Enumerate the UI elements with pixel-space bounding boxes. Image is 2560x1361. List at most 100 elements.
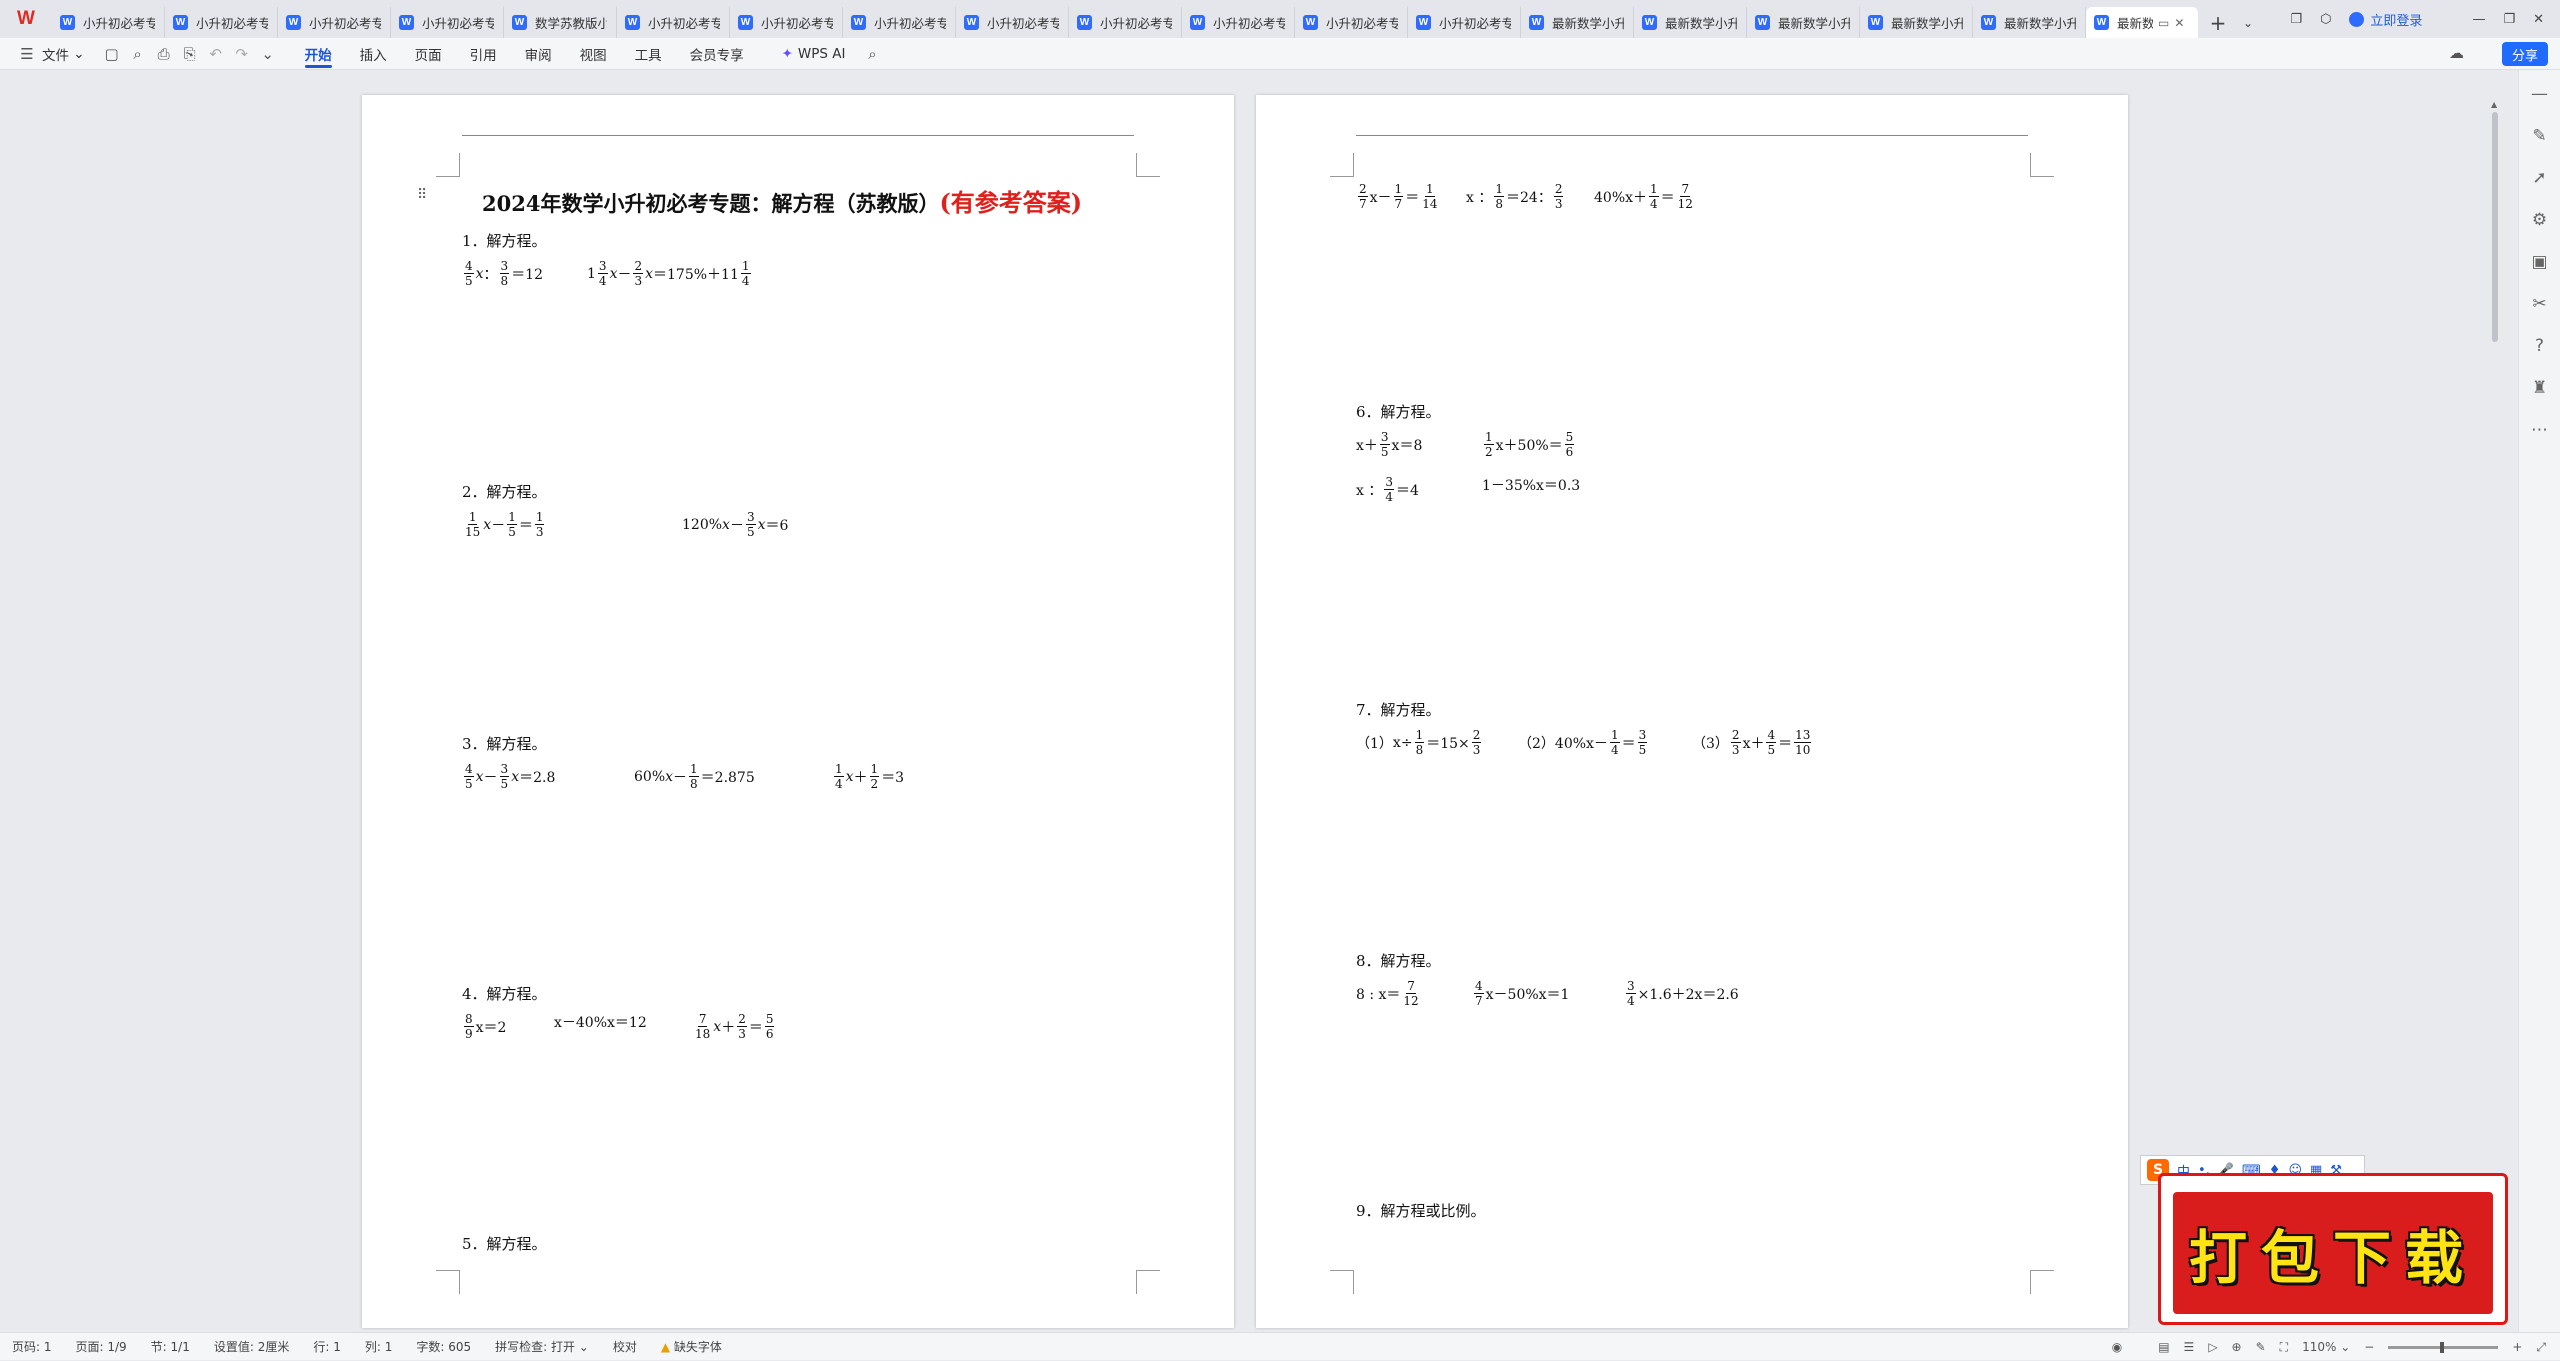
active-document-tab[interactable]: W 最新数学 ▭ ✕ bbox=[2086, 7, 2198, 38]
document-tab[interactable]: W 最新数学小升初 bbox=[1634, 7, 1747, 38]
equation: 40%x＋ 1 4 ＝ 7 12 bbox=[1594, 182, 1693, 211]
outline-view-icon[interactable]: ☰ bbox=[2184, 1340, 2195, 1354]
word-doc-icon: W bbox=[2094, 15, 2109, 30]
zoom-level[interactable]: 110% ⌄ bbox=[2302, 1340, 2350, 1354]
scroll-up-arrow-icon[interactable]: ▲ bbox=[2491, 100, 2497, 109]
document-tab[interactable]: W 最新数学小升初 bbox=[1973, 7, 2086, 38]
document-tab[interactable]: W 小升初必考专题 bbox=[1182, 7, 1295, 38]
equation: 60% x － 1 8 ＝2.875 bbox=[634, 762, 755, 791]
document-tab[interactable]: W 小升初必考专题 bbox=[1069, 7, 1182, 38]
equation: x－40%x＝12 bbox=[554, 1015, 647, 1031]
status-page-code[interactable]: 页码: 1 bbox=[0, 1338, 64, 1355]
wps-logo-icon[interactable]: W bbox=[0, 0, 52, 38]
promo-text: 打包下载 bbox=[2188, 1224, 2477, 1292]
pen-icon[interactable]: ✎ bbox=[2532, 126, 2546, 146]
wps-ai-button[interactable]: ✦ WPS AI bbox=[768, 38, 860, 70]
menu-page[interactable]: 页面 bbox=[401, 38, 456, 70]
equation: x ： 3 4 ＝4 bbox=[1356, 475, 1419, 504]
minimize-icon[interactable]: — bbox=[2472, 12, 2485, 27]
status-row[interactable]: 行: 1 bbox=[301, 1338, 353, 1355]
link-icon[interactable]: ⌕ bbox=[125, 41, 151, 67]
document-tab[interactable]: W 小升初必考专题 bbox=[956, 7, 1069, 38]
help-icon[interactable]: ? bbox=[2535, 336, 2544, 356]
zoom-out-icon[interactable]: − bbox=[2364, 1340, 2374, 1354]
status-col[interactable]: 列: 1 bbox=[353, 1338, 405, 1355]
redo-icon[interactable]: ↷ bbox=[229, 41, 255, 67]
tab-label: 小升初必考专题 bbox=[761, 16, 833, 31]
fit-screen-icon[interactable]: ⛶ bbox=[2280, 1340, 2288, 1355]
status-word-count[interactable]: 字数: 605 bbox=[404, 1338, 483, 1355]
menu-member[interactable]: 会员专享 bbox=[676, 38, 758, 70]
eye-protection-icon[interactable]: ◉ bbox=[2112, 1340, 2122, 1354]
page-view-icon[interactable]: ▤ bbox=[2158, 1340, 2169, 1354]
document-tab[interactable]: W 小升初必考专题 bbox=[391, 7, 504, 38]
question-2-heading: 2．解方程。 bbox=[462, 483, 547, 501]
equation: 1 2 x＋50%＝ 5 6 bbox=[1484, 430, 1575, 459]
fullscreen-icon[interactable]: ⤢ bbox=[2536, 1340, 2546, 1355]
download-promo-banner[interactable]: 打包下载 bbox=[2158, 1173, 2508, 1325]
sliders-icon[interactable]: ⚙ bbox=[2532, 210, 2547, 230]
vertical-scrollbar[interactable]: ▲ bbox=[2490, 100, 2500, 1330]
cloud-icon[interactable]: ☁ bbox=[2449, 44, 2464, 62]
cube-icon[interactable]: ⬡ bbox=[2320, 12, 2331, 27]
menu-insert[interactable]: 插入 bbox=[346, 38, 401, 70]
share-button[interactable]: 分享 bbox=[2501, 42, 2548, 66]
document-tab[interactable]: W 小升初必考专题 bbox=[730, 7, 843, 38]
zoom-slider[interactable] bbox=[2388, 1341, 2499, 1353]
question-5-heading: 5．解方程。 bbox=[462, 1235, 547, 1253]
image-icon[interactable]: ▣ bbox=[2531, 252, 2547, 272]
print-icon[interactable]: ⎙ bbox=[151, 41, 177, 67]
hamburger-menu-icon[interactable]: ☰ bbox=[14, 41, 40, 67]
more-icon[interactable]: ⋯ bbox=[2531, 420, 2548, 440]
maximize-icon[interactable]: ❐ bbox=[2503, 12, 2515, 27]
menu-home[interactable]: 开始 bbox=[291, 38, 346, 70]
pen-mode-icon[interactable]: ✎ bbox=[2256, 1340, 2266, 1354]
shirt-icon[interactable]: ♜ bbox=[2532, 378, 2547, 398]
tab-label: 最新数学小升初 bbox=[2004, 16, 2076, 31]
menu-references[interactable]: 引用 bbox=[456, 38, 511, 70]
document-title: 2024年数学小升初必考专题：解方程（苏教版）(有参考答案) bbox=[482, 188, 1083, 217]
status-setting[interactable]: 设置值: 2厘米 bbox=[202, 1338, 302, 1355]
login-button[interactable]: 立即登录 bbox=[2349, 10, 2422, 29]
document-tab[interactable]: W 小升初必考专题 bbox=[1295, 7, 1408, 38]
more-chevron-icon[interactable]: ⌄ bbox=[255, 41, 281, 67]
status-spell-check[interactable]: 拼写检查: 打开 ⌄ bbox=[483, 1338, 601, 1355]
document-tab[interactable]: W 最新数学小升初 bbox=[1860, 7, 1973, 38]
document-tab[interactable]: W 最新数学小升初 bbox=[1521, 7, 1634, 38]
document-tab[interactable]: W 小升初必考专题 bbox=[843, 7, 956, 38]
window-restore-icon[interactable]: ❐ bbox=[2290, 12, 2302, 27]
status-missing-font[interactable]: ▲ 缺失字体 bbox=[649, 1338, 734, 1355]
undo-icon[interactable]: ↶ bbox=[203, 41, 229, 67]
document-tab[interactable]: W 小升初必考专题 bbox=[165, 7, 278, 38]
print-preview-icon[interactable]: ⎘ bbox=[177, 41, 203, 67]
save-icon[interactable]: ▢ bbox=[99, 41, 125, 67]
status-section[interactable]: 节: 1/1 bbox=[139, 1338, 202, 1355]
document-tab[interactable]: W 数学苏教版小升初 bbox=[504, 7, 617, 38]
status-proofread[interactable]: 校对 bbox=[601, 1338, 649, 1355]
collapse-icon[interactable]: — bbox=[2531, 84, 2548, 104]
play-icon[interactable]: ▷ bbox=[2208, 1340, 2217, 1354]
document-tab[interactable]: W 小升初必考专题 bbox=[1408, 7, 1521, 38]
word-doc-icon: W bbox=[286, 15, 301, 30]
menu-view[interactable]: 视图 bbox=[566, 38, 621, 70]
chevron-down-icon[interactable]: ⌄ bbox=[2238, 7, 2258, 38]
search-icon[interactable]: ⌕ bbox=[860, 41, 886, 67]
menu-review[interactable]: 审阅 bbox=[511, 38, 566, 70]
cursor-select-icon[interactable]: ➚ bbox=[2532, 168, 2546, 188]
tab-bar: W W小升初必考专题 W小升初必考专题 W小升初必考专题 W小升初必考专题 W数… bbox=[0, 0, 2560, 38]
menu-tools[interactable]: 工具 bbox=[621, 38, 676, 70]
paragraph-drag-handle-icon[interactable]: ⠿ bbox=[417, 187, 427, 203]
menu-file[interactable]: 文件 ⌄ bbox=[40, 38, 99, 70]
tools-icon[interactable]: ✂ bbox=[2532, 294, 2546, 314]
new-tab-button[interactable]: + bbox=[2198, 7, 2238, 38]
web-view-icon[interactable]: ⊕ bbox=[2232, 1340, 2242, 1354]
status-page[interactable]: 页面: 1/9 bbox=[64, 1338, 139, 1355]
zoom-in-icon[interactable]: + bbox=[2512, 1340, 2522, 1354]
scrollbar-thumb[interactable] bbox=[2492, 112, 2498, 342]
document-tab[interactable]: W 小升初必考专题 bbox=[617, 7, 730, 38]
close-window-icon[interactable]: ✕ bbox=[2533, 12, 2544, 27]
document-tab[interactable]: W 最新数学小升初 bbox=[1747, 7, 1860, 38]
close-tab-icon[interactable]: ✕ bbox=[2174, 16, 2184, 30]
document-tab[interactable]: W 小升初必考专题 bbox=[278, 7, 391, 38]
document-tab[interactable]: W 小升初必考专题 bbox=[52, 7, 165, 38]
